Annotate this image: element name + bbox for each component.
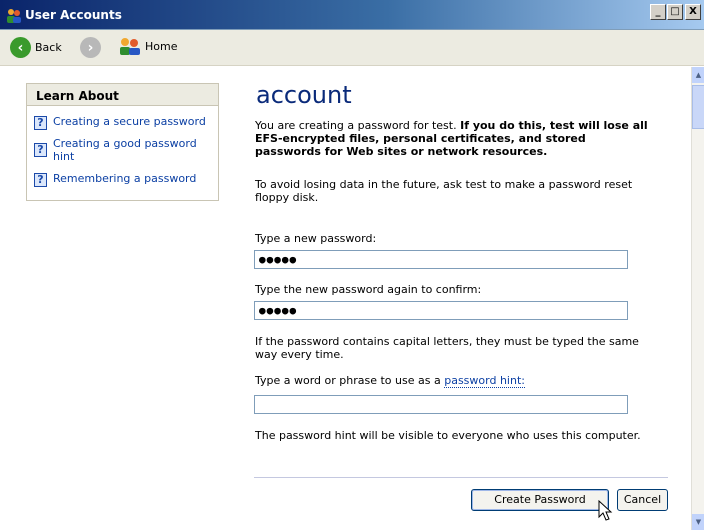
- learn-item-label-cont: hint: [53, 150, 75, 163]
- help-icon: ?: [34, 173, 47, 187]
- minimize-button[interactable]: _: [650, 4, 666, 20]
- left-pane: Learn About ? Creating a secure password…: [0, 67, 234, 530]
- title-bar: User Accounts _ □ X: [0, 0, 704, 30]
- mouse-pointer-icon: [598, 500, 613, 521]
- password-hint-label: Type a word or phrase to use as a passwo…: [255, 374, 525, 388]
- back-button[interactable]: ‹ Back: [10, 37, 62, 58]
- learn-item-remembering-password[interactable]: ? Remembering a password: [34, 172, 196, 187]
- new-password-label: Type a new password:: [255, 232, 377, 245]
- hint-label-text: Type a word or phrase to use as a: [255, 374, 445, 387]
- learn-item-label: Creating a secure password: [53, 115, 206, 128]
- confirm-password-label: Type the new password again to confirm:: [255, 283, 482, 296]
- home-label: Home: [145, 39, 178, 53]
- main-pane: account You are creating a password for …: [234, 67, 691, 530]
- learn-item-label: Remembering a password: [53, 172, 197, 185]
- user-accounts-icon: [7, 9, 21, 23]
- scroll-down-arrow-icon[interactable]: ▼: [692, 514, 704, 530]
- learn-item-secure-password[interactable]: ? Creating a secure password: [34, 115, 206, 130]
- divider: [254, 477, 668, 478]
- learn-about-box: Learn About ? Creating a secure password…: [26, 83, 219, 201]
- new-password-input[interactable]: ●●●●●: [254, 250, 628, 269]
- forward-button[interactable]: ›: [80, 37, 101, 58]
- window-title: User Accounts: [25, 8, 122, 22]
- password-hint-link[interactable]: password hint:: [444, 374, 525, 388]
- scroll-up-arrow-icon[interactable]: ▲: [692, 67, 704, 83]
- home-button[interactable]: Home: [119, 37, 177, 55]
- capital-letters-note: If the password contains capital letters…: [255, 335, 639, 361]
- hint-visibility-note: The password hint will be visible to eve…: [255, 429, 641, 442]
- reset-disk-note: To avoid losing data in the future, ask …: [255, 178, 633, 204]
- maximize-button[interactable]: □: [667, 4, 683, 20]
- intro-warning: You are creating a password for test. If…: [255, 119, 655, 158]
- help-icon: ?: [34, 116, 47, 130]
- back-label: Back: [35, 41, 62, 54]
- back-arrow-icon: ‹: [10, 37, 31, 58]
- close-button[interactable]: X: [685, 4, 701, 20]
- home-users-icon: [120, 38, 140, 55]
- learn-item-password-hint[interactable]: ? Creating a good password hint: [34, 137, 197, 163]
- intro-text: You are creating a password for test.: [255, 119, 461, 132]
- forward-arrow-icon: ›: [80, 37, 101, 58]
- create-password-button[interactable]: Create Password: [471, 489, 609, 511]
- confirm-password-input[interactable]: ●●●●●: [254, 301, 628, 320]
- page-heading: account: [256, 81, 352, 109]
- navigation-bar: ‹ Back › Home: [0, 30, 704, 66]
- password-hint-input[interactable]: [254, 395, 628, 414]
- help-icon: ?: [34, 143, 47, 157]
- vertical-scrollbar[interactable]: ▲ ▼: [691, 67, 704, 530]
- learn-about-header: Learn About: [27, 84, 218, 106]
- learn-item-label: Creating a good password: [53, 137, 197, 150]
- scroll-thumb[interactable]: [692, 85, 704, 129]
- cancel-button[interactable]: Cancel: [617, 489, 668, 511]
